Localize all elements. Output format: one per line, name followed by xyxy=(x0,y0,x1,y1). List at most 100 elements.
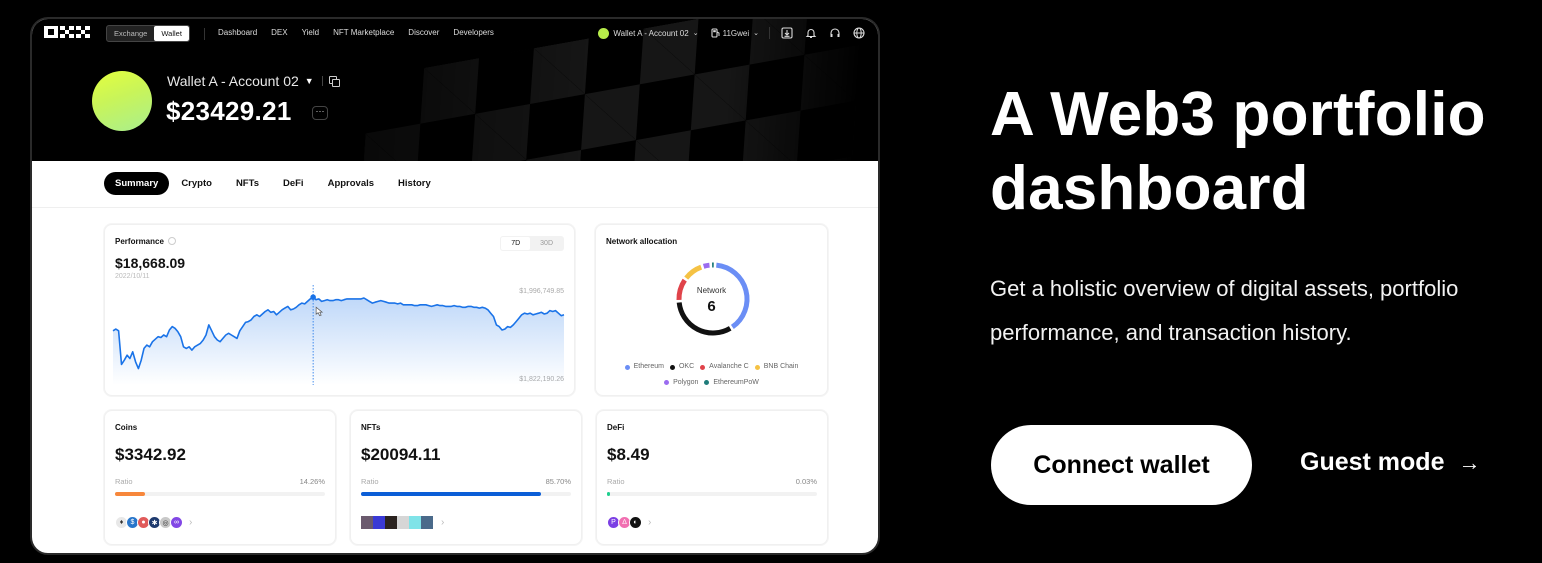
coins-ratio-fill xyxy=(115,492,145,496)
nav-nft-marketplace[interactable]: NFT Marketplace xyxy=(333,28,394,37)
coins-title: Coins xyxy=(115,423,138,432)
range-toggle: 7D 30D xyxy=(500,236,564,251)
donut-segment-polygon[interactable] xyxy=(702,262,710,269)
guest-mode-link[interactable]: Guest mode → xyxy=(1300,448,1480,477)
legend-item-avalanche-c: Avalanche C xyxy=(700,360,749,374)
account-selector[interactable]: Wallet A - Account 02 ⌄ xyxy=(598,27,699,39)
nft-thumb-3 xyxy=(385,516,397,529)
tabs-divider xyxy=(32,207,878,208)
download-icon[interactable] xyxy=(780,26,794,40)
main-nav: Dashboard DEX Yield NFT Marketplace Disc… xyxy=(218,28,494,37)
chevron-right-icon[interactable]: › xyxy=(441,517,444,528)
top-nav: Exchange Wallet Dashboard DEX Yield NFT … xyxy=(32,19,878,49)
network-allocation-title: Network allocation xyxy=(606,237,678,246)
arrow-right-icon: → xyxy=(1458,449,1481,475)
nav-dex[interactable]: DEX xyxy=(271,28,287,37)
legend-item-bnb-chain: BNB Chain xyxy=(754,360,799,374)
caret-down-icon[interactable]: ▼ xyxy=(305,76,314,86)
divider xyxy=(321,76,323,86)
toggle-wallet[interactable]: Wallet xyxy=(154,26,189,41)
nft-thumb-2 xyxy=(373,516,385,529)
coins-token-icons: ♦ $ ● ✱ ◎ ∞ › xyxy=(115,516,192,529)
defi-card[interactable]: DeFi $8.49 Ratio 0.03% P ∆ ◐ › xyxy=(596,410,828,545)
legend-swatch xyxy=(700,364,706,370)
donut-segment-ethereum[interactable] xyxy=(715,262,750,330)
chart-hover-point xyxy=(310,294,316,300)
nfts-thumbnails: › xyxy=(361,516,444,529)
bell-icon[interactable] xyxy=(804,26,818,40)
nav-discover[interactable]: Discover xyxy=(408,28,439,37)
headline-line-2: dashboard xyxy=(990,154,1309,223)
coins-card[interactable]: Coins $3342.92 Ratio 14.26% ♦ $ ● ✱ ◎ ∞ › xyxy=(104,410,336,545)
tab-history[interactable]: History xyxy=(386,172,443,195)
donut-segment-bnb-chain[interactable] xyxy=(684,264,703,280)
tab-nfts[interactable]: NFTs xyxy=(224,172,271,195)
tab-approvals[interactable]: Approvals xyxy=(316,172,386,195)
range-30d[interactable]: 30D xyxy=(530,237,563,250)
info-icon[interactable] xyxy=(167,237,176,245)
coins-ratio-value: 14.26% xyxy=(299,477,325,486)
legend-label: BNB Chain xyxy=(763,363,799,370)
legend-item-ethereum: Ethereum xyxy=(624,360,664,374)
legend-item-ethereumpow: EthereumPoW xyxy=(704,376,759,390)
nfts-amount: $20094.11 xyxy=(361,445,441,464)
chart-area xyxy=(113,297,564,385)
legend-swatch xyxy=(664,380,670,385)
legend-swatch xyxy=(704,380,710,385)
nav-dashboard[interactable]: Dashboard xyxy=(218,28,257,37)
account-balance: $23429.21 xyxy=(166,96,292,126)
nft-thumb-4 xyxy=(397,516,409,529)
globe-icon[interactable] xyxy=(852,26,866,40)
performance-value: $18,668.09 xyxy=(115,255,186,271)
tab-summary[interactable]: Summary xyxy=(104,172,170,195)
performance-date: 2022/10/11 xyxy=(115,273,150,280)
toggle-exchange[interactable]: Exchange xyxy=(107,26,154,41)
range-7d[interactable]: 7D xyxy=(501,237,531,250)
nfts-title: NFTs xyxy=(361,423,381,432)
nfts-ratio-label: Ratio xyxy=(361,477,379,486)
performance-title: Performance xyxy=(115,237,176,246)
nav-divider xyxy=(769,27,770,39)
legend-swatch xyxy=(669,364,675,370)
tab-defi[interactable]: DeFi xyxy=(271,172,316,195)
defi-ratio-bar xyxy=(607,492,817,496)
coins-ratio-label: Ratio xyxy=(115,477,133,486)
chevron-right-icon[interactable]: › xyxy=(189,517,192,528)
headline: A Web3 portfolio dashboard xyxy=(990,78,1486,226)
dashboard-mockup: Exchange Wallet Dashboard DEX Yield NFT … xyxy=(30,17,880,555)
okx-logo[interactable] xyxy=(44,26,90,38)
nfts-ratio-bar xyxy=(361,492,571,496)
defi-ratio-value: 0.03% xyxy=(795,477,817,486)
nfts-card[interactable]: NFTs $20094.11 Ratio 85.70% › xyxy=(350,410,582,545)
chevron-right-icon[interactable]: › xyxy=(648,517,651,528)
account-name[interactable]: Wallet A - Account 02 ▼ xyxy=(167,73,340,89)
copy-icon[interactable] xyxy=(328,76,340,87)
connect-wallet-button[interactable]: Connect wallet xyxy=(991,425,1252,505)
legend-label: Polygon xyxy=(673,378,699,386)
exchange-wallet-toggle: Exchange Wallet xyxy=(106,25,190,42)
chevron-down-icon: ⌄ xyxy=(753,30,759,37)
nfts-ratio-value: 85.70% xyxy=(545,477,571,486)
legend-swatch xyxy=(754,364,760,370)
legend-label: OKC xyxy=(678,363,695,370)
chevron-down-icon: ⌄ xyxy=(692,30,699,37)
more-options-button[interactable]: ··· xyxy=(312,106,328,120)
coins-ratio-bar xyxy=(115,492,325,496)
donut-center-label: Network xyxy=(696,286,727,295)
network-legend: Ethereum OKC Avalanche C BNB Chain Polygon Et… xyxy=(596,360,827,391)
nfts-ratio-fill xyxy=(361,492,541,496)
defi-protocol-dark-icon: ◐ xyxy=(629,516,642,529)
polygon-icon: ∞ xyxy=(170,516,183,529)
legend-item-okc: OKC xyxy=(669,360,695,374)
nav-developers[interactable]: Developers xyxy=(453,28,493,37)
gas-selector[interactable]: 11Gwei ⌄ xyxy=(709,26,759,40)
performance-chart[interactable] xyxy=(111,285,571,390)
defi-ratio-fill xyxy=(607,492,610,496)
defi-amount: $8.49 xyxy=(607,445,650,464)
nav-yield[interactable]: Yield xyxy=(302,28,320,37)
headset-icon[interactable] xyxy=(828,26,842,40)
donut-center-value: 6 xyxy=(707,298,716,315)
tab-crypto[interactable]: Crypto xyxy=(169,172,224,195)
nft-thumb-5 xyxy=(409,516,421,529)
legend-label: Ethereum xyxy=(633,363,664,370)
